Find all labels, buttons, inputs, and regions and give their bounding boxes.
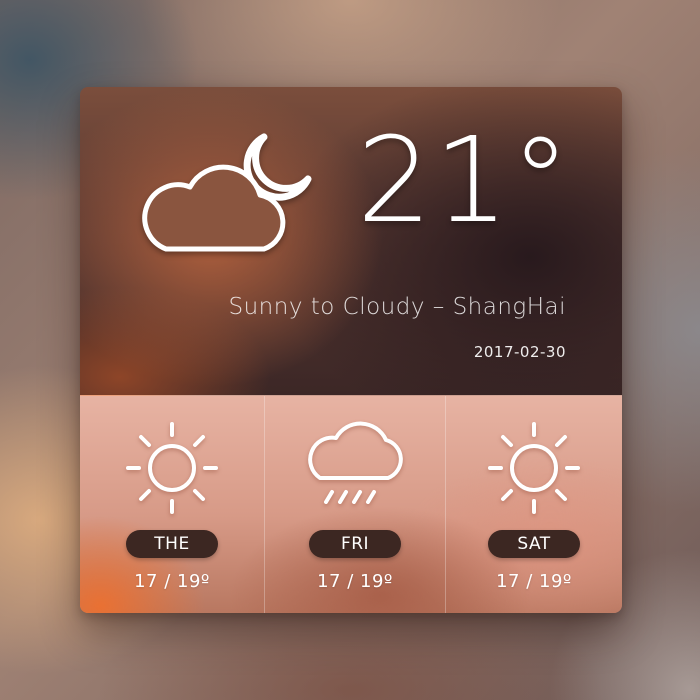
sun-icon (488, 422, 580, 514)
day-label: THE (126, 530, 218, 558)
rain-cloud-icon (308, 421, 403, 504)
sun-icon (126, 422, 218, 514)
day-temperature-range: 17 / 19º (496, 571, 572, 592)
day-temperature-range: 17 / 19º (317, 571, 393, 592)
day-label: FRI (309, 530, 401, 558)
day-label: SAT (488, 530, 580, 558)
cloud-moon-icon (142, 133, 312, 252)
forecast-row: THE 17 / 19º FRI 17 / 19º SAT 17 / 19º (80, 395, 622, 613)
forecast-day-saturday[interactable]: SAT 17 / 19º (446, 396, 622, 613)
weather-description: Sunny to Cloudy – ShangHai (228, 294, 566, 320)
weather-widget: 21° Sunny to Cloudy – ShangHai 2017-02-3… (80, 87, 622, 613)
current-date: 2017-02-30 (473, 343, 566, 361)
forecast-day-friday[interactable]: FRI 17 / 19º (265, 396, 446, 613)
current-temperature: 21° (356, 111, 572, 249)
forecast-day-thursday[interactable]: THE 17 / 19º (80, 396, 265, 613)
current-weather-panel: 21° Sunny to Cloudy – ShangHai 2017-02-3… (80, 87, 622, 395)
day-temperature-range: 17 / 19º (134, 571, 210, 592)
